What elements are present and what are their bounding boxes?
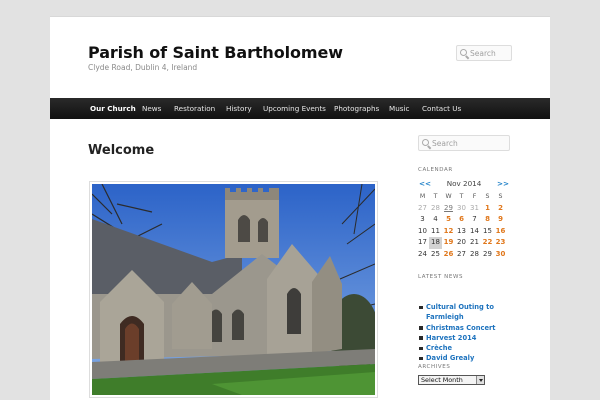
calendar-day-link[interactable]: 8	[481, 214, 494, 226]
latest-news-list: Cultural Outing to Farmleigh Christmas C…	[418, 302, 518, 364]
calendar-day: 28	[431, 203, 440, 212]
calendar-widget-title: Calendar	[418, 167, 453, 173]
archives-dropdown[interactable]: Select Month	[418, 375, 485, 385]
sidebar-search-input[interactable]	[432, 137, 508, 149]
site-description: Clyde Road, Dublin 4, Ireland	[88, 63, 198, 72]
nav-item-upcoming-events[interactable]: Upcoming Events	[257, 98, 332, 119]
calendar-day-link[interactable]: 9	[494, 214, 507, 226]
calendar-day: 27	[457, 249, 466, 258]
calendar-day: 20	[457, 238, 466, 247]
calendar-weekday: F	[472, 193, 477, 200]
calendar-day-link[interactable]: 26	[442, 249, 455, 261]
calendar-widget: Nov 2014 << >> M T W T F S S 27 28 29 30 31 1 2 3 4 5 6 7 8…	[416, 179, 512, 261]
church-photo	[92, 184, 375, 395]
calendar-day-link[interactable]: 22	[481, 237, 494, 249]
main-navigation: Our Church News Restoration History Upco…	[50, 98, 550, 119]
calendar-weekday: T	[459, 193, 464, 200]
news-item-link[interactable]: David Grealy	[418, 353, 518, 363]
calendar-header: Nov 2014 << >>	[416, 179, 512, 189]
calendar-day-link[interactable]: 19	[442, 237, 455, 249]
calendar-day-link[interactable]: 23	[494, 237, 507, 249]
calendar-weekday: M	[419, 193, 426, 200]
calendar-next-link[interactable]: >>	[497, 179, 509, 188]
nav-item-photographs[interactable]: Photographs	[328, 98, 385, 119]
header-search-input[interactable]	[470, 47, 511, 59]
nav-item-restoration[interactable]: Restoration	[168, 98, 221, 119]
calendar-weekday: S	[485, 193, 490, 200]
calendar-prev-link[interactable]: <<	[419, 179, 431, 188]
calendar-day-link[interactable]: 5	[442, 214, 455, 226]
search-icon	[460, 49, 467, 56]
calendar-day: 3	[420, 215, 425, 224]
calendar-day-link[interactable]: 12	[442, 226, 455, 238]
calendar-day-link[interactable]: 30	[494, 249, 507, 261]
calendar-day: 28	[470, 249, 479, 258]
calendar-day-link[interactable]: 16	[494, 226, 507, 238]
calendar-weekday: S	[498, 193, 503, 200]
nav-item-news[interactable]: News	[136, 98, 167, 119]
search-icon	[422, 139, 429, 146]
calendar-day: 4	[433, 215, 438, 224]
sidebar-search-box[interactable]	[418, 135, 510, 151]
page: Parish of Saint Bartholomew Clyde Road, …	[50, 16, 550, 400]
news-item-link[interactable]: Crèche	[418, 343, 518, 353]
nav-item-contact-us[interactable]: Contact Us	[416, 98, 467, 119]
calendar-weekday: T	[433, 193, 438, 200]
calendar-day: 15	[483, 226, 492, 235]
calendar-day: 7	[472, 215, 477, 224]
calendar-day: 31	[470, 203, 479, 212]
news-item-link[interactable]: Harvest 2014	[418, 333, 518, 343]
calendar-day: 25	[431, 249, 440, 258]
archives-widget-title: Archives	[418, 364, 451, 370]
calendar-day-link[interactable]: 6	[455, 214, 468, 226]
chevron-down-icon[interactable]	[476, 376, 484, 384]
calendar-weekday: W	[445, 193, 452, 200]
calendar-day: 13	[457, 226, 466, 235]
calendar-day: 30	[457, 203, 466, 212]
page-title: Welcome	[88, 143, 155, 158]
nav-item-history[interactable]: History	[220, 98, 258, 119]
calendar-day: 17	[418, 238, 427, 247]
calendar-grid: M T W T F S S 27 28 29 30 31 1 2 3 4 5 6 7 8 9 10 11 12 13 14 15 16…	[416, 191, 512, 261]
calendar-day: 18	[429, 237, 442, 249]
news-item-link[interactable]: Christmas Concert	[418, 323, 518, 333]
site-title[interactable]: Parish of Saint Bartholomew	[88, 43, 343, 62]
nav-item-music[interactable]: Music	[383, 98, 415, 119]
archives-selected-value: Select Month	[421, 376, 463, 384]
calendar-day: 14	[470, 226, 479, 235]
calendar-day: 21	[470, 238, 479, 247]
calendar-day-link[interactable]: 1	[481, 203, 494, 215]
calendar-day: 24	[418, 249, 427, 258]
calendar-day: 10	[418, 226, 427, 235]
calendar-day[interactable]: 29	[442, 203, 455, 215]
calendar-day: 27	[418, 203, 427, 212]
calendar-day-link[interactable]: 2	[494, 203, 507, 215]
nav-item-our-church[interactable]: Our Church	[84, 98, 142, 119]
church-photo-frame	[89, 181, 378, 398]
header-search-box[interactable]	[456, 45, 512, 61]
calendar-day: 11	[431, 226, 440, 235]
calendar-day: 29	[483, 249, 492, 258]
latest-news-widget-title: Latest News	[418, 274, 464, 280]
news-item-link[interactable]: Cultural Outing to Farmleigh	[418, 302, 518, 323]
